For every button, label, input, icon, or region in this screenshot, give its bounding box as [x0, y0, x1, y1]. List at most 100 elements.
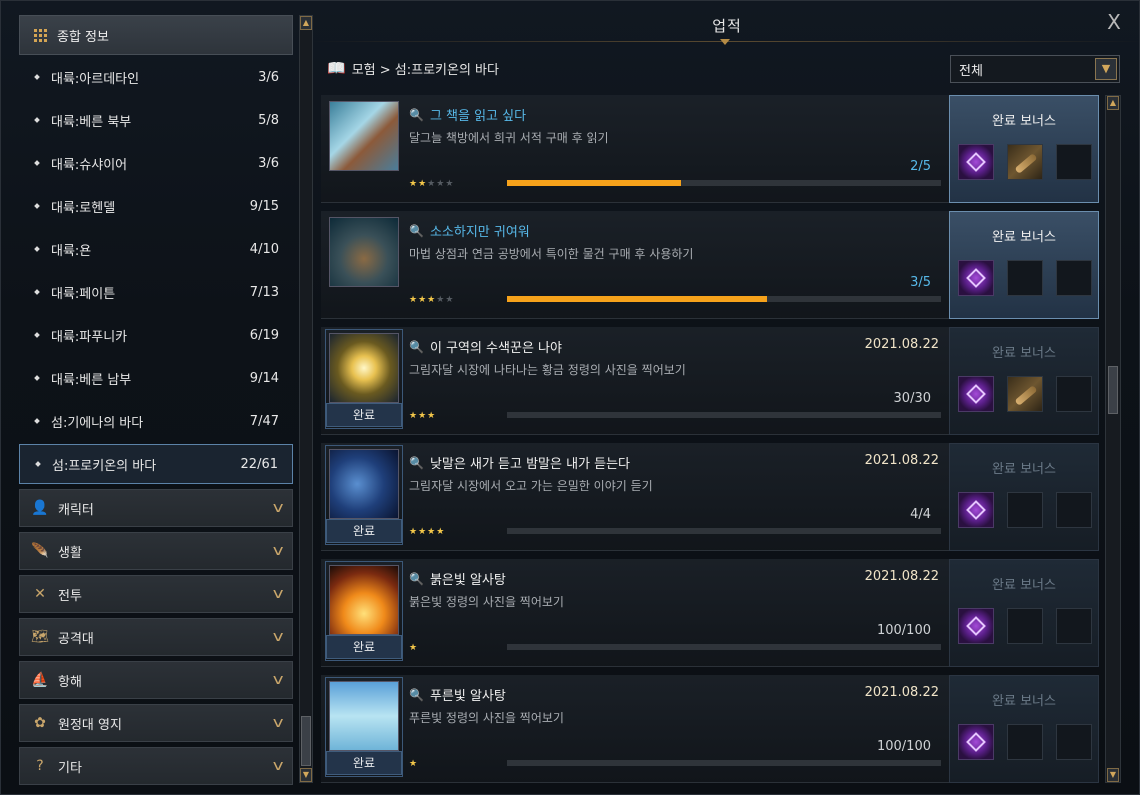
- completion-bonus-label: 완료 보너스: [992, 346, 1056, 361]
- achievement-image: [329, 217, 399, 287]
- category-1[interactable]: 👤 캐릭터 v: [19, 489, 293, 527]
- completion-bonus-panel[interactable]: 완료 보너스: [949, 443, 1099, 551]
- crossed-swords-icon: ✕: [34, 586, 46, 602]
- empty-slot: [1056, 260, 1092, 296]
- achievement-row[interactable]: 완료 🔍 낮말은 새가 듣고 밤말은 내가 듣는다 2021.08.22 그림자달 시장…: [321, 443, 949, 551]
- scroll-up-icon[interactable]: ▲: [300, 16, 312, 30]
- chevron-down-icon[interactable]: v: [272, 543, 283, 559]
- completion-bonus-panel[interactable]: 완료 보너스: [949, 327, 1099, 435]
- scroll-icon[interactable]: [1007, 144, 1043, 180]
- completion-bonus-panel[interactable]: 완료 보너스: [949, 95, 1099, 203]
- sidebar-item[interactable]: 대륙:페이튼 7/13: [19, 272, 293, 312]
- completion-bonus-panel[interactable]: 완료 보너스: [949, 211, 1099, 319]
- sidebar-item[interactable]: 대륙:베른 북부 5/8: [19, 100, 293, 140]
- category-2[interactable]: 🪶 생활 v: [19, 532, 293, 570]
- sidebar-item[interactable]: 대륙:슈샤이어 3/6: [19, 143, 293, 183]
- achievement-row[interactable]: 완료 🔍 붉은빛 알사탕 2021.08.22 붉은빛 정령의 사진을 찍어보기 100/…: [321, 559, 949, 667]
- empty-slot: [1056, 492, 1092, 528]
- sidebar-item[interactable]: 대륙:욘 4/10: [19, 229, 293, 269]
- search-icon[interactable]: 🔍: [409, 224, 424, 238]
- purple-gem-icon[interactable]: [958, 492, 994, 528]
- sidebar-scrollbar[interactable]: ▲ ▼: [299, 15, 313, 783]
- achievement-row[interactable]: 완료 🔍 이 구역의 수색꾼은 나야 2021.08.22 그림자달 시장에 나타나는 …: [321, 327, 949, 435]
- purple-gem-icon[interactable]: [958, 376, 994, 412]
- sidebar-item[interactable]: 대륙:아르데타인 3/6: [19, 57, 293, 97]
- search-icon[interactable]: 🔍: [409, 688, 424, 702]
- search-icon[interactable]: 🔍: [409, 340, 424, 354]
- category-label: 캐릭터: [58, 502, 94, 518]
- sidebar-scroll-thumb[interactable]: [301, 716, 311, 766]
- scroll-up-icon[interactable]: ▲: [1107, 96, 1119, 110]
- achievement-progress: 3/5: [910, 275, 931, 290]
- completion-bonus-panel[interactable]: 완료 보너스: [949, 675, 1099, 783]
- achievement-image: [329, 333, 399, 403]
- completion-bonus-label: 완료 보너스: [992, 694, 1056, 709]
- achievement-title: 소소하지만 귀여워: [429, 225, 530, 240]
- completed-badge: 완료: [326, 635, 402, 659]
- sidebar-item[interactable]: 대륙:파푸니카 6/19: [19, 315, 293, 355]
- achievement-title-wrap[interactable]: 🔍 이 구역의 수색꾼은 나야: [409, 337, 562, 357]
- star-rating: ★★★★★: [409, 295, 455, 305]
- chevron-down-icon[interactable]: v: [272, 629, 283, 645]
- close-button[interactable]: X: [1103, 11, 1125, 33]
- star-rating: ★★★★★: [409, 179, 455, 189]
- achievement-title-wrap[interactable]: 🔍 소소하지만 귀여워: [409, 221, 530, 241]
- purple-gem-icon[interactable]: [958, 608, 994, 644]
- sidebar-item[interactable]: 대륙:로헨델 9/15: [19, 186, 293, 226]
- purple-gem-icon[interactable]: [958, 724, 994, 760]
- star-rating: ★★★★: [409, 527, 446, 537]
- achievement-title-wrap[interactable]: 🔍 붉은빛 알사탕: [409, 569, 506, 589]
- completed-badge: 완료: [326, 519, 402, 543]
- category-7[interactable]: ? 기타 v: [19, 747, 293, 785]
- completion-bonus-panel[interactable]: 완료 보너스: [949, 559, 1099, 667]
- book-icon: 📖: [327, 59, 346, 77]
- empty-slot: [1056, 608, 1092, 644]
- chevron-down-icon[interactable]: v: [272, 672, 283, 688]
- completed-badge: 완료: [326, 751, 402, 775]
- chevron-down-icon[interactable]: v: [272, 586, 283, 602]
- filter-dropdown[interactable]: 전체 ▼: [950, 55, 1120, 83]
- main-scroll-thumb[interactable]: [1108, 366, 1118, 414]
- achievement-desc: 그림자달 시장에 나타나는 황금 정령의 사진을 찍어보기: [409, 363, 686, 377]
- chevron-down-icon[interactable]: v: [272, 500, 283, 516]
- category-6[interactable]: ✿ 원정대 영지 v: [19, 704, 293, 742]
- empty-slot: [1056, 724, 1092, 760]
- sidebar-item-label: 대륙:베른 남부: [51, 372, 132, 388]
- sidebar-item-label: 대륙:욘: [51, 243, 92, 259]
- achievement-title: 푸른빛 알사탕: [429, 689, 506, 704]
- chevron-down-icon[interactable]: ▼: [1095, 58, 1117, 80]
- scroll-icon[interactable]: [1007, 376, 1043, 412]
- sidebar-item-label: 대륙:아르데타인: [51, 71, 140, 87]
- search-icon[interactable]: 🔍: [409, 108, 424, 122]
- category-4[interactable]: 🗺 공격대 v: [19, 618, 293, 656]
- bullet-icon: [34, 289, 40, 295]
- sidebar-item[interactable]: 대륙:베른 남부 9/14: [19, 358, 293, 398]
- sidebar-item[interactable]: 섬:프로키온의 바다 22/61: [19, 444, 293, 484]
- purple-gem-icon[interactable]: [958, 144, 994, 180]
- achievement-row[interactable]: 🔍 소소하지만 귀여워 마법 상점과 연금 공방에서 특이한 물건 구매 후 사용하…: [321, 211, 949, 319]
- sidebar-item[interactable]: 섬:기에나의 바다 7/47: [19, 401, 293, 441]
- sidebar-header-overview[interactable]: 종합 정보: [19, 15, 293, 55]
- chevron-down-icon[interactable]: v: [272, 715, 283, 731]
- window-title: 업적: [712, 17, 742, 35]
- purple-gem-icon[interactable]: [958, 260, 994, 296]
- search-icon[interactable]: 🔍: [409, 572, 424, 586]
- achievement-row[interactable]: 🔍 그 책을 읽고 싶다 달그늘 책방에서 희귀 서적 구매 후 읽기 2/5 ★★★★…: [321, 95, 949, 203]
- scroll-down-icon[interactable]: ▼: [1107, 768, 1119, 782]
- completion-bonus-label: 완료 보너스: [992, 462, 1056, 477]
- achievement-title-wrap[interactable]: 🔍 푸른빛 알사탕: [409, 685, 506, 705]
- category-5[interactable]: ⛵ 항해 v: [19, 661, 293, 699]
- search-icon[interactable]: 🔍: [409, 456, 424, 470]
- sidebar-item-label: 섬:기에나의 바다: [51, 415, 144, 431]
- achievement-title-wrap[interactable]: 🔍 낮말은 새가 듣고 밤말은 내가 듣는다: [409, 453, 630, 473]
- bullet-icon: [34, 160, 40, 166]
- achievement-title: 이 구역의 수색꾼은 나야: [429, 341, 562, 356]
- main-scrollbar[interactable]: ▲ ▼: [1105, 95, 1121, 783]
- achievement-progress: 100/100: [876, 739, 931, 754]
- achievement-image: [329, 449, 399, 519]
- achievement-title-wrap[interactable]: 🔍 그 책을 읽고 싶다: [409, 105, 526, 125]
- category-3[interactable]: ✕ 전투 v: [19, 575, 293, 613]
- chevron-down-icon[interactable]: v: [272, 758, 283, 774]
- achievement-row[interactable]: 완료 🔍 푸른빛 알사탕 2021.08.22 푸른빛 정령의 사진을 찍어보기 100/…: [321, 675, 949, 783]
- scroll-down-icon[interactable]: ▼: [300, 768, 312, 782]
